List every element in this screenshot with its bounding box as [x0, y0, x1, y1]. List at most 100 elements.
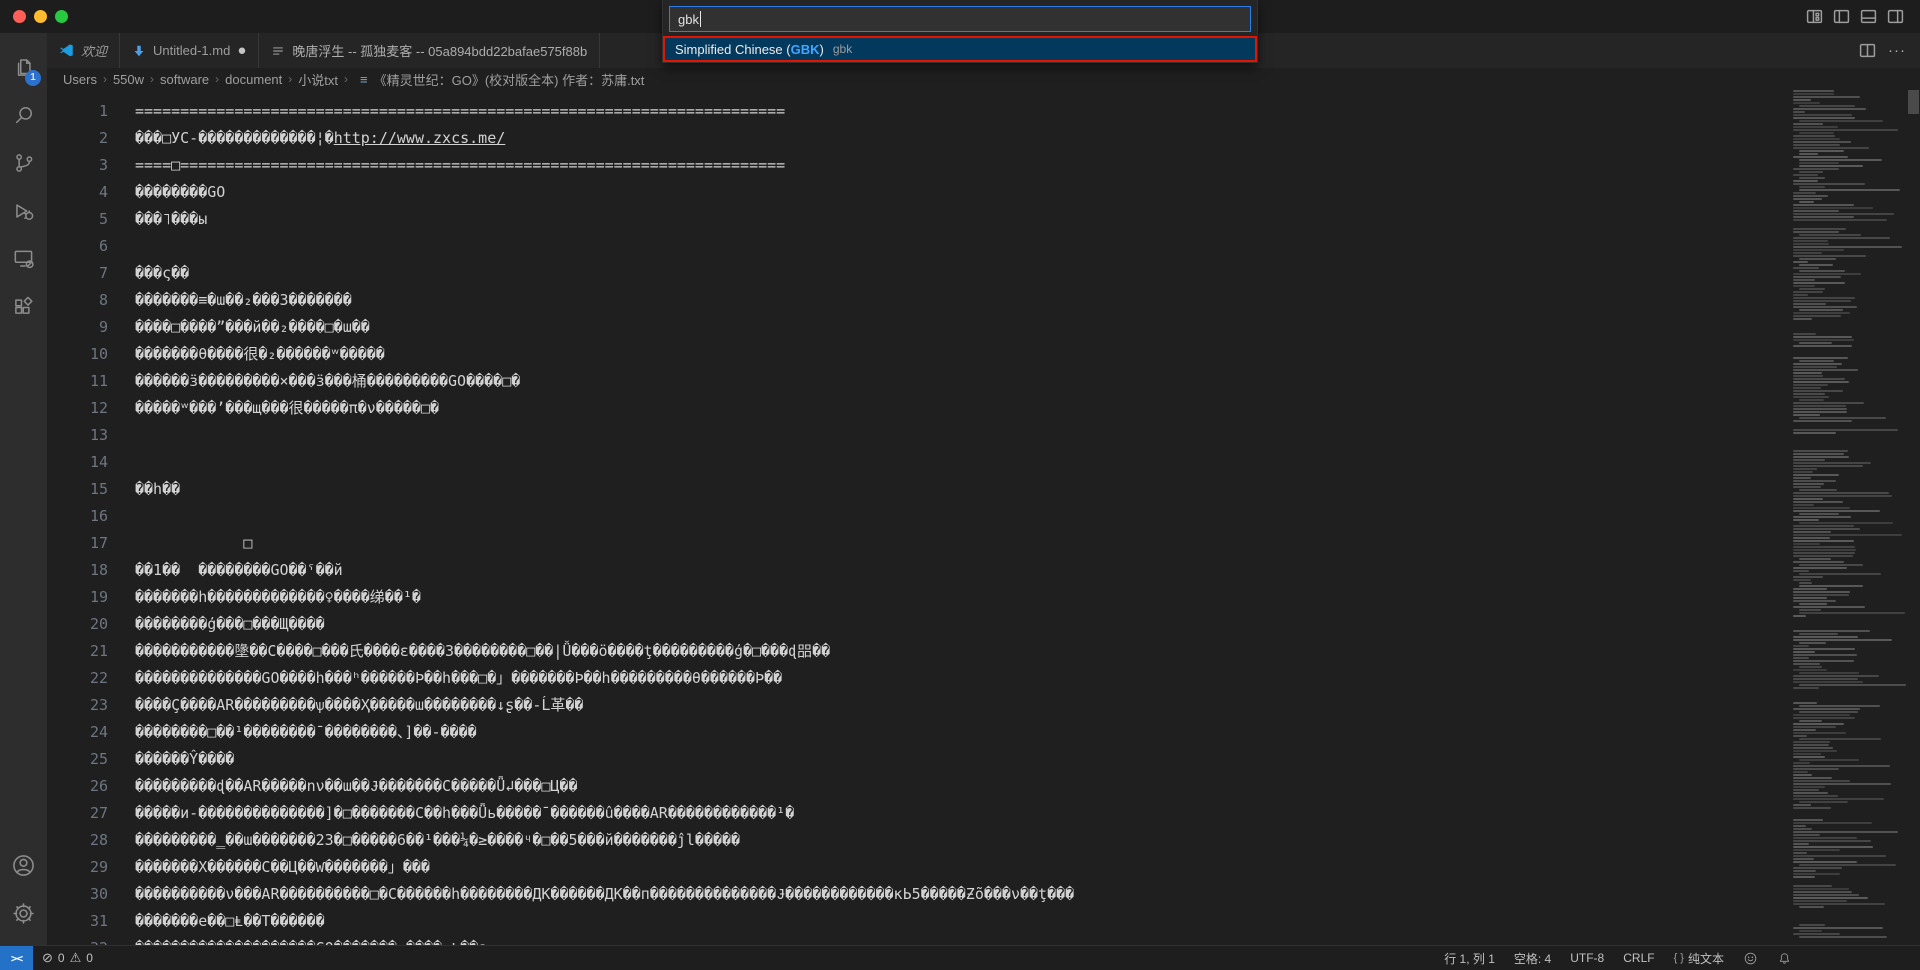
- detected-link[interactable]: http://www.zxcs.me/: [334, 129, 506, 147]
- remote-indicator[interactable]: ><: [0, 946, 33, 970]
- line-number: 9: [47, 314, 122, 341]
- sidebar-item-explorer[interactable]: 1: [0, 43, 47, 91]
- editor-line[interactable]: 11������ӟ���������×���ӟ���桶���������GO��…: [47, 368, 1795, 395]
- editor-line[interactable]: 4��������GO: [47, 179, 1795, 206]
- item-description: gbk: [833, 42, 852, 56]
- line-number: 30: [47, 881, 122, 908]
- breadcrumb-item[interactable]: document: [225, 72, 282, 87]
- minimize-button[interactable]: [34, 10, 47, 23]
- breadcrumb-file[interactable]: 《精灵世纪：GO》(校对版全本) 作者：苏庸.txt: [374, 70, 645, 89]
- breadcrumb-item[interactable]: 小说txt: [298, 70, 338, 89]
- editor-line[interactable]: 2���□УС‐�������������¦�http://www.zxcs.m…: [47, 125, 1795, 152]
- toggle-secondary-sidebar-icon[interactable]: [1887, 8, 1904, 25]
- sidebar-item-extensions[interactable]: [0, 283, 47, 331]
- line-number: 27: [47, 800, 122, 827]
- more-actions-icon[interactable]: ···: [1888, 42, 1906, 59]
- editor-line[interactable]: 15��h��: [47, 476, 1795, 503]
- editor-line[interactable]: 12�����ʷ���’���щ���很�����π�ν�����□�: [47, 395, 1795, 422]
- line-text: ������Ŷ����: [122, 750, 234, 768]
- sidebar-item-remote-explorer[interactable]: [0, 235, 47, 283]
- sidebar-item-run-debug[interactable]: [0, 187, 47, 235]
- status-bar: >< ⊘ 0 ⚠ 0 行 1, 列 1 空格: 4 UTF-8 CRLF { }…: [0, 945, 1920, 970]
- minimap[interactable]: [1793, 90, 1906, 945]
- customize-layout-icon[interactable]: [1806, 8, 1823, 25]
- toggle-primary-sidebar-icon[interactable]: [1833, 8, 1850, 25]
- editor-line[interactable]: 14: [47, 449, 1795, 476]
- cursor-position[interactable]: 行 1, 列 1: [1444, 950, 1495, 967]
- editor-line[interactable]: 31�������e��□Ⱡ��T������: [47, 908, 1795, 935]
- quick-pick-item-gbk[interactable]: Simplified Chinese (GBK) gbk: [663, 36, 1257, 62]
- tab-novel-txt[interactable]: 晚唐浮生 -- 孤独麦客 -- 05a894bdd22bafae575f88b: [259, 33, 600, 68]
- line-text: ��������ģ���□���Щ����: [122, 615, 325, 633]
- account-button[interactable]: [0, 841, 47, 889]
- line-text: [122, 453, 135, 471]
- editor-line[interactable]: 10�������θ����很�₂������ʷ�����: [47, 341, 1795, 368]
- editor-line[interactable]: 24��������□��¹��������ˉ��������、]��‐����: [47, 719, 1795, 746]
- breadcrumb-item[interactable]: Users: [63, 72, 97, 87]
- editor-scrollbar[interactable]: [1907, 90, 1920, 945]
- quick-pick-input-value: gbk: [678, 12, 699, 27]
- editor-line[interactable]: 20��������ģ���□���Щ����: [47, 611, 1795, 638]
- editor-pane[interactable]: 1=======================================…: [47, 90, 1795, 945]
- remote-icon: ><: [11, 952, 22, 965]
- editor-line[interactable]: 30����������ν���AR����������□�C������h��…: [47, 881, 1795, 908]
- item-label: ): [820, 42, 824, 57]
- sidebar-item-search[interactable]: [0, 91, 47, 139]
- editor-line[interactable]: 25������Ŷ����: [47, 746, 1795, 773]
- maximize-button[interactable]: [55, 10, 68, 23]
- editor-line[interactable]: 21�����������墬��C����□���氏����ε����3����…: [47, 638, 1795, 665]
- editor-line[interactable]: 28���������‗��ɯ�������23�□�����6��¹���¼�…: [47, 827, 1795, 854]
- editor-line[interactable]: 9����□����”���й��₂����□�ɯ��: [47, 314, 1795, 341]
- feedback-button[interactable]: [1743, 951, 1758, 966]
- source-control-icon: [11, 150, 37, 176]
- close-button[interactable]: [13, 10, 26, 23]
- scrollbar-thumb[interactable]: [1908, 90, 1919, 114]
- sidebar-item-source-control[interactable]: [0, 139, 47, 187]
- editor-line[interactable]: 27�����и‐��������������]�□�������C��h���…: [47, 800, 1795, 827]
- toggle-panel-icon[interactable]: [1860, 8, 1877, 25]
- editor-line[interactable]: 7���ς��: [47, 260, 1795, 287]
- editor-line[interactable]: 3====□==================================…: [47, 152, 1795, 179]
- activity-bar: 1: [0, 33, 47, 945]
- eol-sequence[interactable]: CRLF: [1623, 951, 1654, 965]
- editor-line[interactable]: 6: [47, 233, 1795, 260]
- line-text: ���□УС‐�������������¦�http://www.zxcs.me…: [122, 129, 505, 147]
- vscode-window: 1 欢迎 Untitled-1.md: [0, 0, 1920, 970]
- quick-pick-input[interactable]: gbk: [669, 6, 1251, 32]
- editor-line[interactable]: 8�������≡�ɯ��₂���3�������: [47, 287, 1795, 314]
- editor-line[interactable]: 23����Ç����AR���������ѱ����Ҳ�����ɯ������…: [47, 692, 1795, 719]
- split-editor-icon[interactable]: [1859, 42, 1876, 59]
- editor-line[interactable]: 1=======================================…: [47, 98, 1795, 125]
- editor-line[interactable]: 32��������������������GO�������₁����‐Ⱡ��…: [47, 935, 1795, 945]
- notifications-button[interactable]: [1777, 951, 1792, 966]
- modified-dot-icon: ●: [237, 43, 246, 58]
- editor-line[interactable]: 26���������ɖ��AR�����nν��ɯ��Ɉ�������C���…: [47, 773, 1795, 800]
- extensions-icon: [11, 294, 37, 320]
- editor-line[interactable]: 17 □: [47, 530, 1795, 557]
- editor-line[interactable]: 18��1�� ��������GO��ˤ��й: [47, 557, 1795, 584]
- item-label-highlight: GBK: [791, 42, 820, 57]
- editor-line[interactable]: 19�������h�������������♀����绨��¹�: [47, 584, 1795, 611]
- tab-untitled-1-md[interactable]: Untitled-1.md ●: [120, 33, 259, 68]
- encoding[interactable]: UTF-8: [1570, 951, 1604, 965]
- line-text: ���˥���ы: [122, 210, 207, 228]
- line-text: �������e��□Ⱡ��T������: [122, 912, 325, 930]
- language-mode[interactable]: { } 纯文本: [1674, 950, 1724, 967]
- editor-line[interactable]: 16: [47, 503, 1795, 530]
- line-number: 14: [47, 449, 122, 476]
- tab-welcome[interactable]: 欢迎: [47, 33, 120, 68]
- indentation[interactable]: 空格: 4: [1514, 950, 1551, 967]
- problems-status[interactable]: ⊘ 0 ⚠ 0: [33, 950, 93, 966]
- editor-line[interactable]: 13: [47, 422, 1795, 449]
- editor-line[interactable]: 22��������������GO����h���ʰ������Þ��h���…: [47, 665, 1795, 692]
- breadcrumb-item[interactable]: 550w: [113, 72, 144, 87]
- breadcrumb-item[interactable]: software: [160, 72, 209, 87]
- line-text: ========================================…: [122, 102, 785, 120]
- errors-count: 0: [58, 951, 65, 965]
- editor-lines: 1=======================================…: [47, 98, 1795, 945]
- editor-line[interactable]: 29�������X������C��Ц��Ⱳ�������」���: [47, 854, 1795, 881]
- line-text: [122, 507, 135, 525]
- editor-line[interactable]: 5���˥���ы: [47, 206, 1795, 233]
- line-number: 19: [47, 584, 122, 611]
- settings-button[interactable]: [0, 889, 47, 937]
